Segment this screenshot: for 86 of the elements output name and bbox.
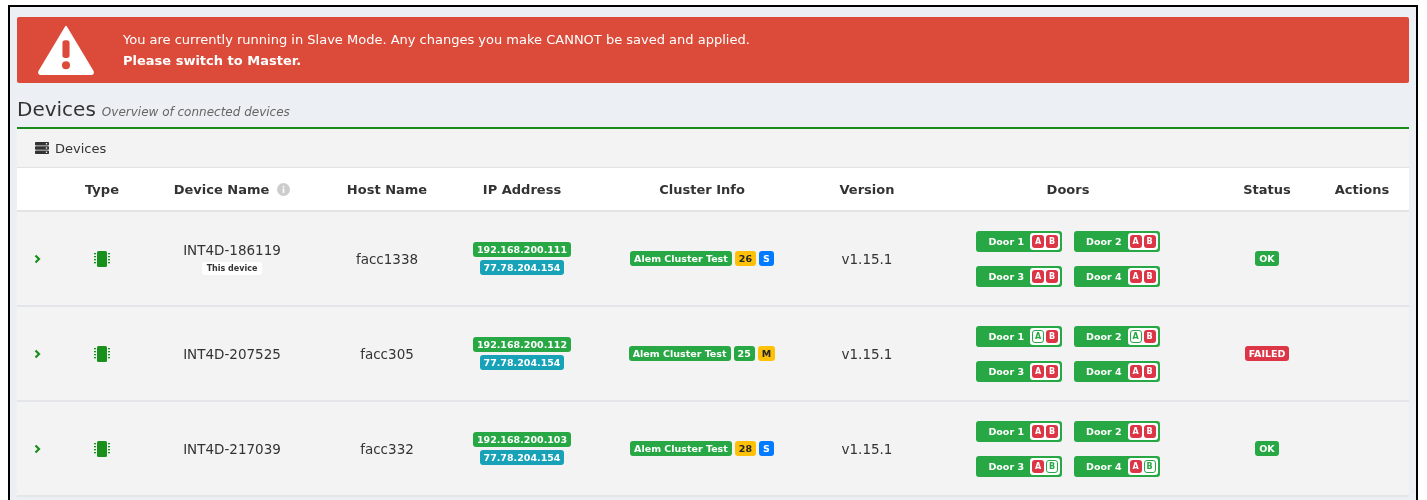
status-badge: OK <box>1255 251 1279 266</box>
role-badge: M <box>757 346 776 361</box>
lock-indicator: A <box>1129 234 1142 248</box>
page-title: Devices <box>17 97 96 121</box>
chip-icon <box>93 439 111 458</box>
door-label: Door 4 <box>1086 460 1122 472</box>
device-name: INT4D-186119 <box>183 242 281 258</box>
server-icon <box>35 142 49 154</box>
status-badge: FAILED <box>1244 346 1290 361</box>
column-header: Type <box>85 181 119 197</box>
panel-title: Devices <box>55 140 107 156</box>
door-label: Door 4 <box>1086 365 1122 377</box>
lock-indicator: B <box>1143 234 1156 248</box>
expand-chevron-icon[interactable] <box>33 253 41 264</box>
host-name: facc332 <box>360 440 414 457</box>
door-label: Door 1 <box>988 425 1024 437</box>
status-badge: OK <box>1255 441 1279 456</box>
device-name: INT4D-207525 <box>183 345 281 362</box>
door-label: Door 1 <box>988 330 1024 342</box>
lock-indicator: A <box>1129 424 1142 438</box>
this-device-badge: This device <box>201 262 263 275</box>
version: v1.15.1 <box>841 345 893 362</box>
alert-emphasis: Please switch to Master. <box>123 52 303 70</box>
column-header: Status <box>1243 181 1291 197</box>
cluster-name-badge: Alem Cluster Test <box>628 346 731 361</box>
ip-address-badge: 77.78.204.154 <box>479 260 565 275</box>
column-header: IP Address <box>482 181 562 197</box>
lock-indicator: A <box>1032 269 1044 283</box>
door-label: Door 1 <box>988 235 1024 247</box>
lock-indicator: B <box>1046 424 1058 438</box>
lock-indicator: B <box>1143 459 1156 473</box>
ip-address-badge: 192.168.200.112 <box>472 337 572 352</box>
lock-indicator: B <box>1046 364 1058 378</box>
cluster-name-badge: Alem Cluster Test <box>630 251 732 266</box>
lock-indicator: A <box>1129 329 1142 343</box>
node-count-badge: 28 <box>734 441 757 456</box>
door-label: Door 2 <box>1086 330 1122 342</box>
alert-message: You are currently running in Slave Mode. Any changes you make CANNOT be saved and applied. <box>123 31 750 49</box>
column-header: Device Name <box>173 181 270 197</box>
lock-indicator: B <box>1046 329 1058 343</box>
device-name: INT4D-217039 <box>183 440 281 457</box>
lock-indicator: A <box>1129 269 1142 283</box>
node-count-badge: 25 <box>733 346 755 361</box>
lock-indicator: B <box>1143 424 1156 438</box>
door-label: Door 2 <box>1086 425 1122 437</box>
ip-address-badge: 192.168.200.103 <box>472 432 572 447</box>
lock-indicator: B <box>1143 329 1156 343</box>
ip-address-badge: 192.168.200.111 <box>472 242 572 257</box>
column-header: Doors <box>1046 181 1090 197</box>
door-label: Door 2 <box>1086 235 1122 247</box>
column-header: Version <box>839 181 895 197</box>
role-badge: S <box>759 441 774 456</box>
lock-indicator: A <box>1129 364 1142 378</box>
host-name: facc305 <box>360 345 414 362</box>
warning-icon <box>37 25 95 75</box>
version: v1.15.1 <box>841 250 893 267</box>
lock-indicator: A <box>1032 234 1044 248</box>
ip-address-badge: 77.78.204.154 <box>479 450 565 465</box>
lock-indicator: A <box>1032 329 1044 343</box>
lock-indicator: A <box>1032 459 1044 473</box>
node-count-badge: 26 <box>734 251 757 266</box>
cluster-name-badge: Alem Cluster Test <box>630 441 732 456</box>
chip-icon <box>93 344 111 363</box>
chip-icon <box>93 249 111 268</box>
lock-indicator: B <box>1046 269 1058 283</box>
version: v1.15.1 <box>841 440 893 457</box>
door-label: Door 3 <box>988 365 1024 377</box>
lock-indicator: A <box>1032 364 1044 378</box>
page-subtitle: Overview of connected devices <box>101 105 290 119</box>
column-header: Actions <box>1334 181 1390 197</box>
role-badge: S <box>759 251 774 266</box>
door-label: Door 3 <box>988 270 1024 282</box>
host-name: facc1338 <box>355 250 419 267</box>
column-header: Cluster Info <box>659 181 745 197</box>
ip-address-badge: 77.78.204.154 <box>479 355 565 370</box>
lock-indicator: A <box>1032 424 1044 438</box>
lock-indicator: A <box>1129 459 1142 473</box>
lock-indicator: B <box>1143 364 1156 378</box>
expand-chevron-icon[interactable] <box>33 348 41 359</box>
expand-chevron-icon[interactable] <box>33 443 41 454</box>
column-header: Host Name <box>346 181 428 197</box>
door-label: Door 4 <box>1086 270 1122 282</box>
door-label: Door 3 <box>988 460 1024 472</box>
lock-indicator: B <box>1046 459 1058 473</box>
lock-indicator: B <box>1143 269 1156 283</box>
lock-indicator: B <box>1046 234 1058 248</box>
